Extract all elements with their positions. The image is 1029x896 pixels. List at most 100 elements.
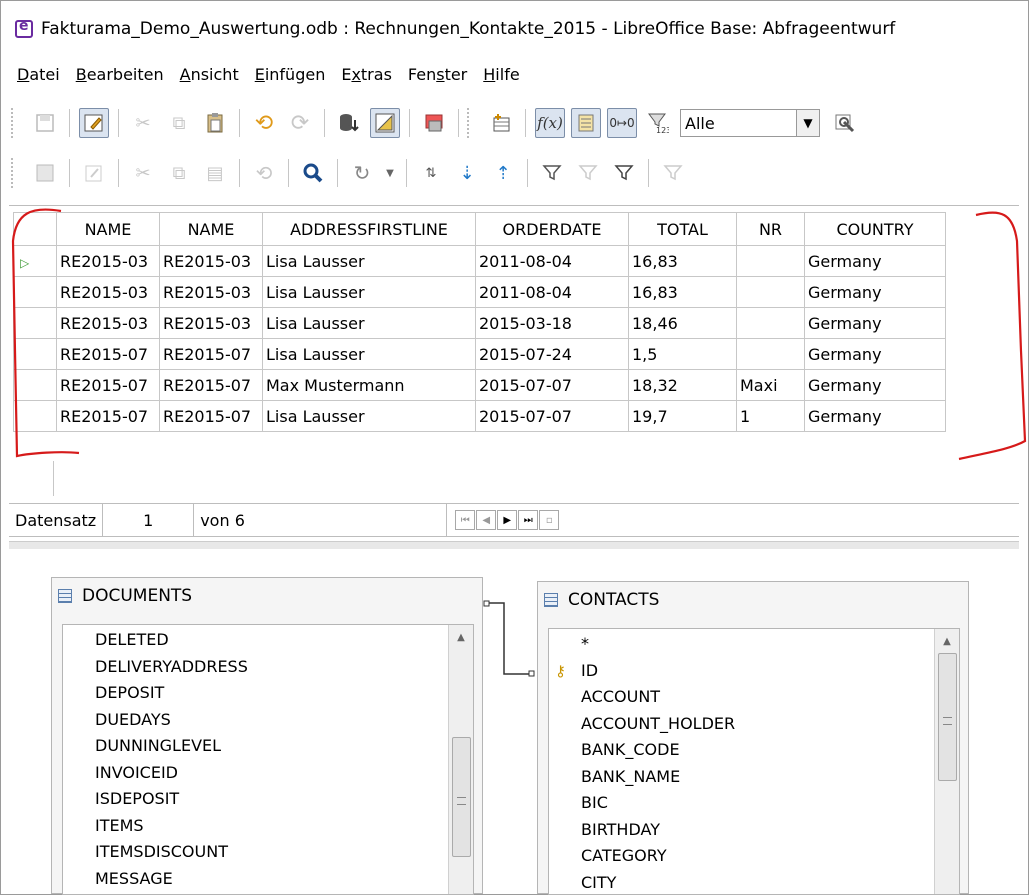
alias-icon[interactable]: 0↦0 <box>607 108 637 138</box>
table-cell[interactable]: Germany <box>804 369 946 401</box>
previous-record-icon[interactable]: ◀ <box>476 510 497 530</box>
table-cell[interactable]: 2015-07-07 <box>475 369 629 401</box>
clear-query-icon[interactable] <box>419 108 449 138</box>
next-record-icon[interactable]: ▶ <box>497 510 518 530</box>
sort-icon[interactable]: ⇅ <box>416 158 446 188</box>
field-item[interactable]: DEPOSIT <box>63 680 473 707</box>
table-cell[interactable]: Max Mustermann <box>262 369 476 401</box>
table-cell[interactable]: 1 <box>736 400 805 432</box>
table-cell[interactable]: 1,5 <box>628 338 737 370</box>
table-cell[interactable]: Lisa Lausser <box>262 245 476 277</box>
row-header-corner[interactable] <box>13 212 57 246</box>
new-record-icon[interactable]: ▫ <box>539 510 560 530</box>
save-record-icon[interactable] <box>30 158 60 188</box>
table-cell[interactable]: 2015-07-24 <box>475 338 629 370</box>
menu-datei[interactable]: Datei <box>17 65 60 84</box>
table-cell[interactable] <box>736 307 805 339</box>
copy-icon[interactable]: ⧉ <box>164 158 194 188</box>
table-name-icon[interactable] <box>571 108 601 138</box>
table-cell[interactable]: RE2015-07 <box>56 369 160 401</box>
table-cell[interactable]: 16,83 <box>628 245 737 277</box>
field-item[interactable]: ACCOUNT_HOLDER <box>549 711 959 738</box>
field-item[interactable]: BANK_NAME <box>549 764 959 791</box>
field-item[interactable]: DUNNINGLEVEL <box>63 733 473 760</box>
add-table-icon[interactable] <box>486 108 516 138</box>
properties-icon[interactable] <box>830 108 860 138</box>
table-cell[interactable]: 18,46 <box>628 307 737 339</box>
table-cell[interactable]: 16,83 <box>628 276 737 308</box>
menu-extras[interactable]: Extras <box>341 65 392 84</box>
column-header[interactable]: ORDERDATE <box>475 212 629 246</box>
table-cell[interactable]: Maxi <box>736 369 805 401</box>
scrollbar-thumb[interactable] <box>938 653 957 781</box>
menu-hilfe[interactable]: Hilfe <box>483 65 519 84</box>
table-row[interactable]: RE2015-07 RE2015-07 Lisa Lausser 2015-07-07… <box>13 400 946 432</box>
column-header[interactable]: COUNTRY <box>804 212 946 246</box>
table-cell[interactable]: RE2015-03 <box>159 307 263 339</box>
scroll-up-icon[interactable]: ▲ <box>449 625 473 649</box>
table-row[interactable]: RE2015-07 RE2015-07 Max Mustermann 2015-07-… <box>13 369 946 401</box>
edit-data-icon[interactable] <box>79 158 109 188</box>
scroll-up-icon[interactable]: ▲ <box>935 629 959 653</box>
row-header[interactable] <box>13 307 57 339</box>
table-cell[interactable]: RE2015-03 <box>56 307 160 339</box>
cut-icon[interactable]: ✂ <box>128 108 158 138</box>
table-cell[interactable]: RE2015-03 <box>56 245 160 277</box>
table-cell[interactable]: Lisa Lausser <box>262 307 476 339</box>
sort-descending-icon[interactable]: ⇡ <box>488 158 518 188</box>
run-query-icon[interactable] <box>334 108 364 138</box>
menu-fenster[interactable]: Fenster <box>408 65 467 84</box>
column-header[interactable]: NR <box>736 212 805 246</box>
table-cell[interactable]: Lisa Lausser <box>262 400 476 432</box>
edit-mode-icon[interactable] <box>79 108 109 138</box>
field-item[interactable]: MESSAGE <box>63 866 473 893</box>
paste-icon[interactable] <box>200 108 230 138</box>
find-record-icon[interactable] <box>298 158 328 188</box>
remove-filter-icon[interactable] <box>658 158 688 188</box>
table-row[interactable]: RE2015-03 RE2015-03 Lisa Lausser 2011-08-04… <box>13 276 946 308</box>
toolbar-grip[interactable] <box>11 158 19 188</box>
table-row[interactable]: RE2015-03 RE2015-03 Lisa Lausser 2015-03-18… <box>13 307 946 339</box>
apply-filter-icon[interactable] <box>573 158 603 188</box>
table-cell[interactable]: 2015-07-07 <box>475 400 629 432</box>
undo-icon[interactable]: ⟲ <box>249 108 279 138</box>
limit-select[interactable]: Alle ▼ <box>680 109 820 137</box>
table-cell[interactable]: Germany <box>804 338 946 370</box>
autofilter-icon[interactable] <box>537 158 567 188</box>
save-icon[interactable] <box>30 108 60 138</box>
undo-icon[interactable]: ⟲ <box>249 158 279 188</box>
table-window-documents[interactable]: DOCUMENTS DELETED DELIVERYADDRESS DEPOSIT D… <box>51 577 483 895</box>
column-header[interactable]: TOTAL <box>628 212 737 246</box>
menu-bearbeiten[interactable]: Bearbeiten <box>76 65 164 84</box>
cut-icon[interactable]: ✂ <box>128 158 158 188</box>
record-number-field[interactable]: 1 <box>103 504 195 536</box>
row-header[interactable] <box>13 276 57 308</box>
field-item[interactable]: ISDEPOSIT <box>63 786 473 813</box>
field-item[interactable]: BIC <box>549 790 959 817</box>
table-cell[interactable]: Germany <box>804 276 946 308</box>
chevron-down-icon[interactable]: ▼ <box>383 158 397 188</box>
sort-ascending-icon[interactable]: ⇣ <box>452 158 482 188</box>
row-header[interactable] <box>13 369 57 401</box>
field-item[interactable]: BIRTHDAY <box>549 817 959 844</box>
scrollbar-thumb[interactable] <box>452 737 471 857</box>
first-record-icon[interactable]: ⏮ <box>455 510 476 530</box>
column-header[interactable]: ADDRESSFIRSTLINE <box>262 212 476 246</box>
table-cell[interactable] <box>736 245 805 277</box>
table-cell[interactable]: Lisa Lausser <box>262 338 476 370</box>
last-record-icon[interactable]: ⏭ <box>518 510 539 530</box>
refresh-icon[interactable]: ↻ <box>347 158 377 188</box>
table-window-contacts[interactable]: CONTACTS * ⚷ ID ACCOUNT ACCOUNT_HOLDER BANK_C… <box>537 581 969 895</box>
table-cell[interactable]: RE2015-07 <box>159 369 263 401</box>
table-cell[interactable]: RE2015-03 <box>56 276 160 308</box>
table-cell[interactable]: Germany <box>804 400 946 432</box>
table-cell[interactable]: RE2015-03 <box>159 245 263 277</box>
field-item[interactable]: DELIVERYADDRESS <box>63 654 473 681</box>
toolbar-grip[interactable] <box>11 108 19 138</box>
field-item[interactable]: ACCOUNT <box>549 684 959 711</box>
table-cell[interactable]: RE2015-07 <box>56 338 160 370</box>
table-cell[interactable] <box>736 338 805 370</box>
field-item[interactable]: ITEMS <box>63 813 473 840</box>
chevron-down-icon[interactable]: ▼ <box>796 110 819 136</box>
table-cell[interactable]: 19,7 <box>628 400 737 432</box>
